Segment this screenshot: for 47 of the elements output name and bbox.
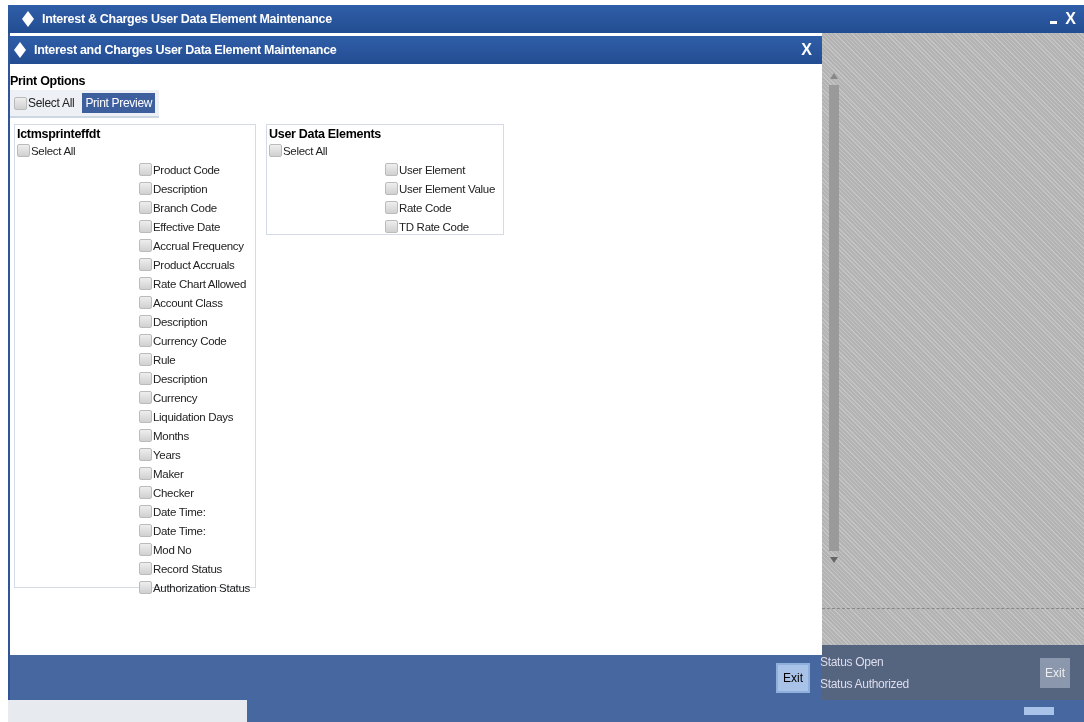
field-checkbox[interactable]: Account Class	[139, 293, 253, 312]
fieldset-legend: Ictmsprinteffdt	[17, 127, 102, 141]
field-checkbox[interactable]: Branch Code	[139, 198, 253, 217]
field-checkbox[interactable]: Currency	[139, 388, 253, 407]
field-checkbox[interactable]: Months	[139, 426, 253, 445]
select-all-checkbox[interactable]: Select All	[17, 141, 253, 160]
select-all-checkbox[interactable]: Select All	[269, 141, 501, 160]
field-checkbox[interactable]: Accrual Frequency	[139, 236, 253, 255]
field-checkbox[interactable]: Maker	[139, 464, 253, 483]
field-checkbox[interactable]: Date Time:	[139, 521, 253, 540]
scrollbar[interactable]	[829, 73, 839, 563]
field-checkbox[interactable]: Rate Code	[385, 198, 501, 217]
fieldset-legend: User Data Elements	[269, 127, 383, 141]
scroll-up-icon[interactable]	[830, 73, 838, 79]
exit-button[interactable]: Exit	[776, 662, 810, 693]
field-checkbox[interactable]: Record Status	[139, 559, 253, 578]
field-checkbox[interactable]: Liquidation Days	[139, 407, 253, 426]
field-checkbox[interactable]: Mod No	[139, 540, 253, 559]
diamond-icon	[14, 42, 26, 58]
status-text: Status Authorized	[820, 676, 909, 691]
close-button[interactable]: X	[801, 41, 812, 59]
scroll-down-icon[interactable]	[830, 557, 838, 563]
field-checkbox[interactable]: User Element	[385, 160, 501, 179]
field-checkbox[interactable]: Description	[139, 312, 253, 331]
dialog-title: Interest and Charges User Data Element Maintenance	[34, 43, 337, 57]
print-preview-button[interactable]: Print Preview	[82, 93, 156, 113]
field-checkbox[interactable]: Rule	[139, 350, 253, 369]
section-label: Print Options	[10, 74, 87, 88]
field-checkbox[interactable]: TD Rate Code	[385, 217, 501, 236]
field-checkbox[interactable]: Description	[139, 179, 253, 198]
window-title: Interest & Charges User Data Element Maintenance	[42, 12, 332, 26]
diamond-icon	[22, 11, 34, 27]
field-checkbox[interactable]: User Element Value	[385, 179, 501, 198]
field-checkbox[interactable]: Currency Code	[139, 331, 253, 350]
field-checkbox[interactable]: Date Time:	[139, 502, 253, 521]
minimize-icon[interactable]	[1050, 20, 1058, 24]
field-checkbox[interactable]: Product Code	[139, 160, 253, 179]
field-checkbox[interactable]: Authorization Status	[139, 578, 253, 597]
close-button[interactable]: X	[1065, 10, 1076, 28]
field-checkbox[interactable]: Rate Chart Allowed	[139, 274, 253, 293]
field-checkbox[interactable]: Effective Date	[139, 217, 253, 236]
field-checkbox[interactable]: Checker	[139, 483, 253, 502]
field-checkbox[interactable]: Years	[139, 445, 253, 464]
field-checkbox[interactable]: Product Accruals	[139, 255, 253, 274]
status-text: Status Open	[820, 654, 885, 669]
select-all-checkbox[interactable]: Select All	[14, 93, 75, 113]
field-checkbox[interactable]: Description	[139, 369, 253, 388]
